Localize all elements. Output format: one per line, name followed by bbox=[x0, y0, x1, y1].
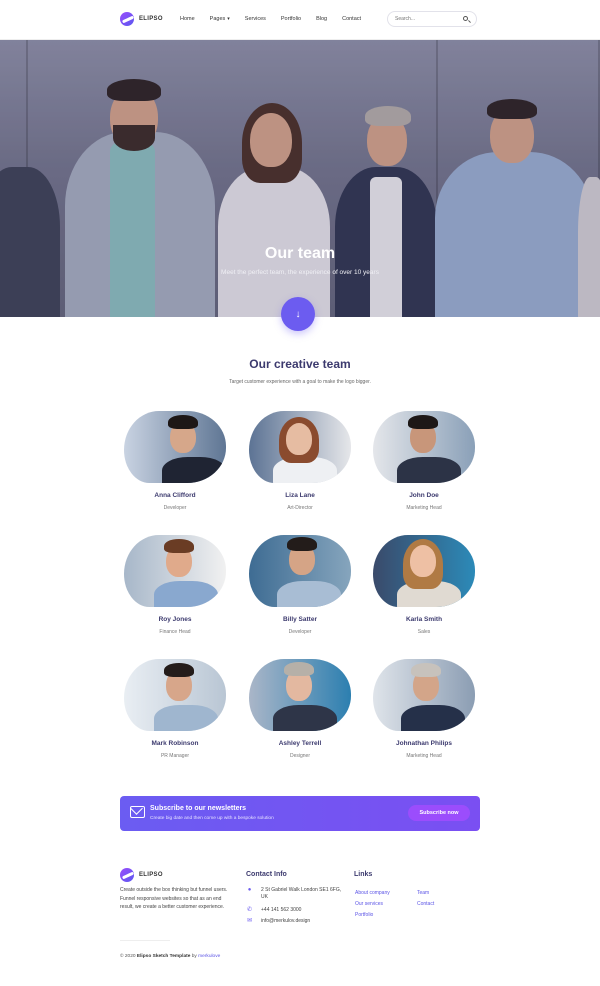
team-member-card[interactable]: Roy Jones Finance Head bbox=[123, 535, 227, 635]
newsletter-banner: Subscribe to our newsletters Create big … bbox=[120, 796, 480, 831]
contact-email[interactable]: ✉ info@merkulov.design bbox=[246, 918, 310, 925]
nav-label: Contact bbox=[342, 16, 362, 22]
team-member-card[interactable]: John Doe Marketing Head bbox=[372, 411, 476, 511]
phone-icon: ✆ bbox=[246, 907, 253, 913]
nav-item-blog[interactable]: Blog bbox=[316, 16, 327, 22]
member-role: Sales bbox=[417, 629, 431, 635]
copyright-year: © 2020 bbox=[120, 954, 136, 959]
member-role: Finance Head bbox=[159, 629, 191, 635]
logo-icon bbox=[120, 12, 134, 26]
member-name: Anna Clifford bbox=[154, 492, 196, 499]
nav-label: Services bbox=[244, 16, 266, 22]
team-member-card[interactable]: Karla Smith Sales bbox=[372, 535, 476, 635]
search-icon[interactable] bbox=[463, 16, 468, 21]
site-header: ELIPSO Home Pages ▾ Services Portfolio Bl… bbox=[0, 0, 600, 40]
main-nav: Home Pages ▾ Services Portfolio Blog Cont… bbox=[180, 16, 376, 22]
logo-icon bbox=[120, 868, 134, 882]
team-member-card[interactable]: Ashley Terrell Designer bbox=[248, 659, 352, 759]
contact-phone[interactable]: ✆ +44 141 562 3000 bbox=[246, 907, 301, 914]
member-name: Liza Lane bbox=[285, 492, 315, 499]
member-name: Johnathan Philips bbox=[396, 740, 452, 747]
footer-logo[interactable]: ELIPSO bbox=[120, 868, 163, 882]
nav-item-contact[interactable]: Contact bbox=[342, 16, 361, 22]
member-role: Art-Director bbox=[287, 505, 313, 511]
email-text: info@merkulov.design bbox=[261, 918, 311, 924]
member-name: John Doe bbox=[409, 492, 439, 499]
contact-address: ● 2 St Gabriel Walk London SE1 6FG, UK bbox=[246, 887, 346, 901]
member-role: Designer bbox=[289, 753, 310, 759]
team-member-card[interactable]: Liza Lane Art-Director bbox=[248, 411, 352, 511]
location-pin-icon: ● bbox=[247, 887, 252, 893]
hero-subtitle: Meet the perfect team, the experience of… bbox=[221, 269, 379, 276]
nav-label: Home bbox=[180, 16, 195, 22]
phone-text: +44 141 562 3000 bbox=[261, 907, 302, 913]
copyright: © 2020 Elipso Sketch Template by merkulo… bbox=[120, 954, 220, 959]
nav-label: Pages bbox=[209, 16, 226, 22]
footer-divider bbox=[120, 940, 170, 941]
search-input[interactable] bbox=[395, 16, 460, 22]
section-subtitle: Target customer experience with a goal t… bbox=[229, 379, 371, 385]
member-name: Mark Robinson bbox=[151, 740, 199, 747]
copyright-name: Elipso Sketch Template bbox=[136, 954, 191, 959]
brand-name: ELIPSO bbox=[139, 872, 163, 878]
member-photo bbox=[373, 535, 475, 607]
member-photo bbox=[249, 659, 351, 731]
member-role: Developer bbox=[288, 629, 312, 635]
team-member-card[interactable]: Anna Clifford Developer bbox=[123, 411, 227, 511]
copyright-author-link[interactable]: merkulove bbox=[198, 954, 220, 959]
member-role: PR Manager bbox=[160, 753, 190, 759]
mail-icon bbox=[130, 806, 145, 818]
member-photo bbox=[249, 535, 351, 607]
member-photo bbox=[249, 411, 351, 483]
nav-item-services[interactable]: Services bbox=[245, 16, 266, 22]
copyright-by: by bbox=[191, 954, 197, 959]
nav-item-pages[interactable]: Pages ▾ bbox=[210, 16, 230, 22]
member-role: Marketing Head bbox=[406, 753, 442, 759]
subscribe-button[interactable]: Subscribe now bbox=[408, 805, 470, 821]
newsletter-title: Subscribe to our newsletters bbox=[150, 805, 247, 812]
member-photo bbox=[373, 659, 475, 731]
section-title: Our creative team bbox=[249, 357, 351, 371]
arrow-down-icon: ↓ bbox=[295, 308, 301, 320]
hero-banner: Our team Meet the perfect team, the expe… bbox=[0, 40, 600, 317]
address-text: 2 St Gabriel Walk London SE1 6FG, UK bbox=[261, 887, 342, 900]
mail-icon: ✉ bbox=[246, 918, 253, 924]
contact-title: Contact Info bbox=[246, 871, 287, 878]
newsletter-subtitle: Create big date and then come up with a … bbox=[150, 816, 274, 821]
search-box bbox=[387, 11, 477, 27]
nav-item-portfolio[interactable]: Portfolio bbox=[281, 16, 301, 22]
team-member-card[interactable]: Johnathan Philips Marketing Head bbox=[372, 659, 476, 759]
member-photo bbox=[124, 535, 226, 607]
member-name: Roy Jones bbox=[158, 616, 192, 623]
member-name: Ashley Terrell bbox=[278, 740, 322, 747]
footer-about: Create outside the box thinking but funn… bbox=[120, 887, 228, 910]
footer-link-portfolio[interactable]: Portfolio bbox=[355, 912, 373, 918]
logo[interactable]: ELIPSO bbox=[120, 12, 163, 26]
links-title: Links bbox=[354, 871, 373, 878]
nav-item-home[interactable]: Home bbox=[180, 16, 195, 22]
member-role: Developer bbox=[163, 505, 187, 511]
team-member-card[interactable]: Billy Satter Developer bbox=[248, 535, 352, 635]
member-name: Karla Smith bbox=[405, 616, 443, 623]
member-photo bbox=[124, 411, 226, 483]
nav-label: Portfolio bbox=[280, 16, 302, 22]
member-photo bbox=[124, 659, 226, 731]
brand-name: ELIPSO bbox=[139, 16, 163, 22]
member-role: Marketing Head bbox=[406, 505, 442, 511]
footer-link-services[interactable]: Our services bbox=[355, 901, 383, 907]
footer-link-about[interactable]: About company bbox=[355, 890, 390, 896]
nav-label: Blog bbox=[316, 16, 328, 22]
footer-link-team[interactable]: Team bbox=[417, 890, 429, 896]
scroll-down-button[interactable]: ↓ bbox=[281, 297, 315, 331]
team-member-card[interactable]: Mark Robinson PR Manager bbox=[123, 659, 227, 759]
page-title: Our team bbox=[264, 245, 336, 262]
member-photo bbox=[373, 411, 475, 483]
member-name: Billy Satter bbox=[283, 616, 317, 623]
chevron-down-icon: ▾ bbox=[227, 16, 230, 22]
footer-link-contact[interactable]: Contact bbox=[417, 901, 434, 907]
